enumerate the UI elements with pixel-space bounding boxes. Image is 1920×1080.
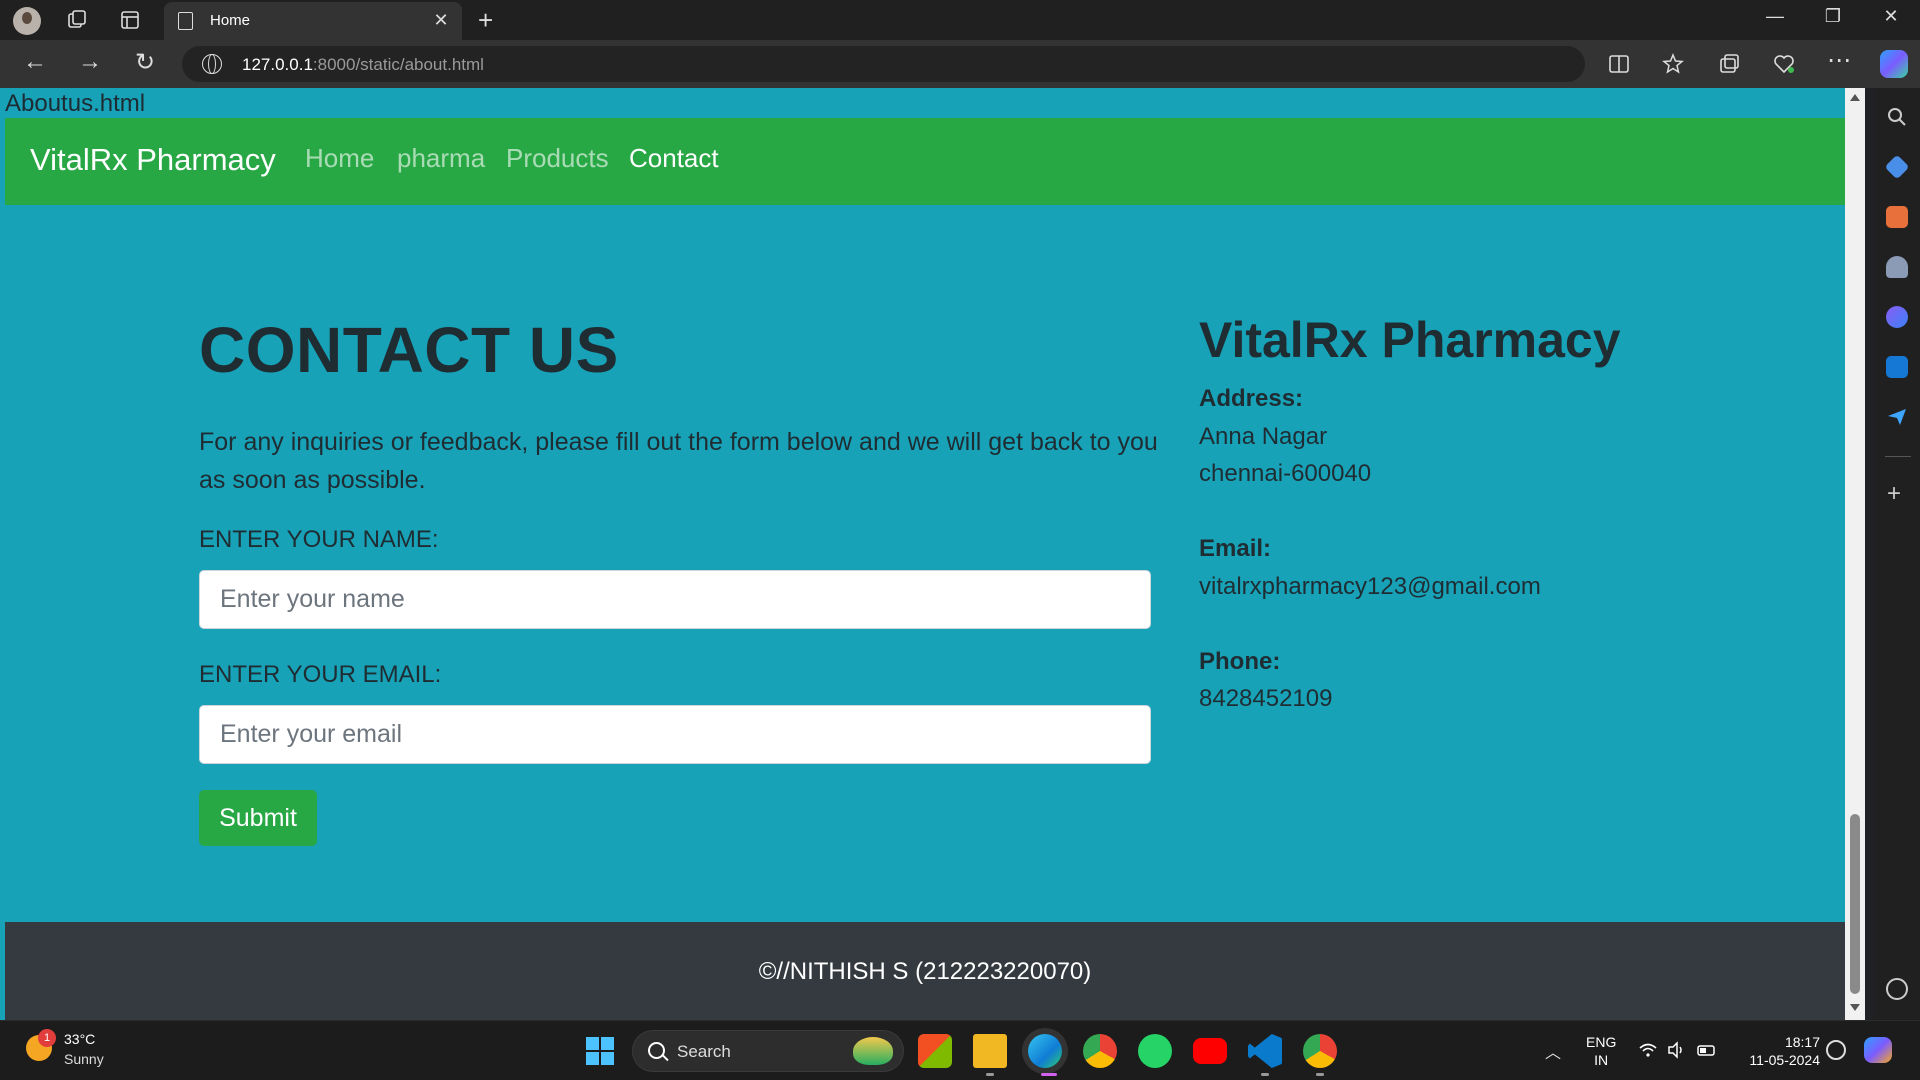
- weather-badge: 1: [38, 1029, 56, 1047]
- close-window-button[interactable]: ✕: [1868, 6, 1914, 27]
- refresh-button[interactable]: ↻: [129, 48, 161, 77]
- sidebar-separator: [1885, 456, 1911, 457]
- youtube-app-icon[interactable]: [1193, 1038, 1227, 1064]
- url-text: 127.0.0.1:8000/static/about.html: [242, 55, 484, 74]
- pharmacy-title: VitalRx Pharmacy: [1199, 312, 1621, 368]
- phone-label: Phone:: [1199, 648, 1281, 675]
- nav-link-pharma[interactable]: pharma: [397, 143, 485, 174]
- globe-icon: [202, 54, 222, 74]
- page-viewport: Aboutus.html VitalRx Pharmacy Home pharm…: [0, 88, 1845, 1020]
- tab-actions-icon[interactable]: [119, 9, 141, 31]
- profile-avatar[interactable]: [13, 7, 41, 35]
- system-clock[interactable]: 18:17 11-05-2024: [1738, 1033, 1820, 1069]
- vscode-indicator: [1261, 1073, 1269, 1076]
- page-title: CONTACT US: [199, 314, 619, 386]
- browser-tab-home[interactable]: Home ✕: [164, 2, 462, 40]
- address-label: Address:: [1199, 385, 1304, 412]
- copilot-icon[interactable]: [1880, 50, 1908, 78]
- footer-copyright: ©//NITHISH S (212223220070): [758, 958, 1092, 985]
- nav-link-home[interactable]: Home: [305, 143, 374, 174]
- nav-link-contact[interactable]: Contact: [629, 143, 719, 174]
- send-icon[interactable]: [1886, 406, 1908, 428]
- chrome-indicator: [1316, 1073, 1324, 1076]
- contact-intro-text: For any inquiries or feedback, please fi…: [199, 428, 1158, 494]
- file-label: Aboutus.html: [5, 90, 146, 117]
- add-sidebar-app-icon[interactable]: +: [1887, 480, 1901, 508]
- chrome-profile-app-icon[interactable]: [1303, 1034, 1337, 1068]
- name-input[interactable]: [200, 571, 1150, 628]
- restore-button[interactable]: ❐: [1810, 6, 1856, 27]
- forward-button[interactable]: →: [74, 48, 106, 76]
- favorites-icon[interactable]: [1662, 52, 1686, 76]
- address-line-1: Anna Nagar: [1199, 423, 1328, 450]
- whatsapp-app-icon[interactable]: [1138, 1034, 1172, 1068]
- scroll-down-arrow-icon[interactable]: [1850, 1004, 1860, 1011]
- taskbar-search-label: Search: [677, 1042, 731, 1061]
- address-bar[interactable]: 127.0.0.1:8000/static/about.html: [182, 46, 1585, 82]
- m365-icon[interactable]: [1886, 306, 1908, 328]
- site-footer: ©//NITHISH S (212223220070): [5, 922, 1845, 1020]
- page-icon: [178, 12, 193, 30]
- search-highlight-icon: [853, 1037, 893, 1065]
- chrome-app-icon[interactable]: [1083, 1034, 1117, 1068]
- taskbar-search[interactable]: Search: [632, 1030, 904, 1072]
- games-icon[interactable]: [1886, 256, 1908, 278]
- weather-temperature[interactable]: 33°C: [64, 1031, 95, 1047]
- scroll-up-arrow-icon[interactable]: [1850, 94, 1860, 101]
- tools-icon[interactable]: [1886, 206, 1908, 228]
- email-address: vitalrxpharmacy123@gmail.com: [1199, 573, 1541, 600]
- email-field[interactable]: [199, 705, 1151, 764]
- edge-sidebar: +: [1875, 88, 1920, 1020]
- battery-icon[interactable]: [1697, 1040, 1717, 1060]
- outlook-icon[interactable]: [1886, 356, 1908, 378]
- wifi-icon[interactable]: [1638, 1040, 1658, 1060]
- tab-title: Home: [210, 12, 251, 29]
- navbar-brand[interactable]: VitalRx Pharmacy: [30, 142, 276, 178]
- shopping-tag-icon[interactable]: [1884, 154, 1910, 180]
- phone-number: 8428452109: [1199, 685, 1333, 712]
- edge-app-icon[interactable]: [1028, 1034, 1062, 1068]
- vscode-app-icon[interactable]: [1248, 1034, 1282, 1068]
- browser-toolbar: ← → ↻ 127.0.0.1:8000/static/about.html ⋯: [0, 40, 1920, 88]
- close-tab-icon[interactable]: ✕: [430, 10, 452, 31]
- nav-link-products[interactable]: Products: [506, 143, 609, 174]
- show-hidden-icons-chevron-icon[interactable]: ︿: [1545, 1039, 1561, 1063]
- search-icon: [648, 1042, 665, 1059]
- language-indicator[interactable]: ENG IN: [1586, 1033, 1616, 1069]
- browser-titlebar: Home ✕ + — ❐ ✕: [0, 0, 1920, 40]
- copilot-taskbar-icon[interactable]: [1864, 1037, 1892, 1063]
- name-label: ENTER YOUR NAME:: [199, 526, 439, 553]
- scroll-thumb[interactable]: [1850, 814, 1860, 994]
- store-app-icon[interactable]: [918, 1034, 952, 1068]
- email-info-label: Email:: [1199, 535, 1272, 562]
- start-button-icon[interactable]: [586, 1037, 614, 1065]
- collections-icon[interactable]: [1717, 52, 1741, 76]
- email-input[interactable]: [200, 706, 1150, 763]
- email-label: ENTER YOUR EMAIL:: [199, 661, 442, 688]
- sidebar-settings-icon[interactable]: [1886, 978, 1908, 1000]
- volume-icon[interactable]: [1666, 1040, 1686, 1060]
- edge-active-indicator: [1041, 1073, 1057, 1076]
- name-field[interactable]: [199, 570, 1151, 629]
- file-explorer-icon[interactable]: [973, 1034, 1007, 1068]
- page-scrollbar[interactable]: [1845, 88, 1865, 1020]
- file-explorer-indicator: [986, 1073, 994, 1076]
- new-tab-button[interactable]: +: [478, 5, 493, 36]
- windows-taskbar: 1 33°C Sunny Search ︿ ENG IN 18:17 11-05-2…: [0, 1020, 1920, 1080]
- workspaces-icon[interactable]: [66, 9, 88, 31]
- site-navbar: VitalRx Pharmacy Home pharma Products Co…: [5, 118, 1845, 205]
- sidebar-search-icon[interactable]: [1886, 106, 1908, 128]
- browser-essentials-icon[interactable]: [1772, 52, 1796, 76]
- more-options-button[interactable]: ⋯: [1823, 46, 1855, 75]
- weather-condition[interactable]: Sunny: [64, 1051, 104, 1067]
- notification-bell-icon[interactable]: [1826, 1040, 1846, 1060]
- minimize-button[interactable]: —: [1752, 6, 1798, 27]
- submit-button[interactable]: Submit: [199, 790, 317, 846]
- back-button[interactable]: ←: [19, 48, 51, 76]
- address-line-2: chennai-600040: [1199, 460, 1372, 487]
- split-screen-icon[interactable]: [1607, 52, 1631, 76]
